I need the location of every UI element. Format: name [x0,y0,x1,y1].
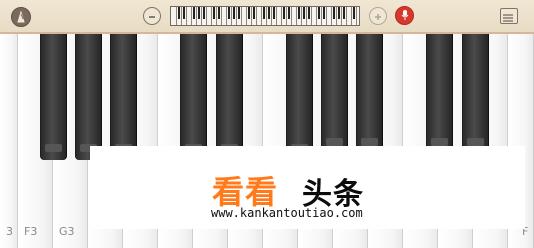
mini-black-key [298,7,300,19]
mini-black-key [213,7,215,19]
mini-black-key [283,7,285,19]
mini-key-divider [186,7,187,25]
mini-black-key [353,7,355,19]
mini-key-divider [351,7,352,25]
zoom-in-button[interactable] [369,7,387,25]
mini-black-key [198,7,200,19]
keyboard-range-selector[interactable] [170,6,360,26]
mini-black-key [218,7,220,19]
mini-key-divider [251,7,252,25]
black-key[interactable] [40,34,67,160]
black-key[interactable] [180,34,207,160]
mini-key-divider [246,7,247,25]
plus-icon [373,7,383,26]
mini-key-divider [256,7,257,25]
minus-icon [147,7,157,26]
mini-black-key [323,7,325,19]
list-menu-icon [501,9,515,28]
mini-black-key [268,7,270,19]
mini-key-divider [301,7,302,25]
black-key[interactable] [356,34,383,154]
mini-key-divider [196,7,197,25]
mini-black-key [343,7,345,19]
mini-key-divider [211,7,212,25]
black-key[interactable] [75,34,102,160]
mini-black-key [273,7,275,19]
mini-key-divider [216,7,217,25]
mini-key-divider [226,7,227,25]
mini-black-key [183,7,185,19]
mini-black-key [203,7,205,19]
mini-key-divider [286,7,287,25]
toolbar [0,0,534,34]
mini-key-divider [311,7,312,25]
mini-black-key [303,7,305,19]
mini-key-divider [321,7,322,25]
mini-black-key [338,7,340,19]
mini-black-key [193,7,195,19]
mini-key-divider [221,7,222,25]
mini-key-divider [346,7,347,25]
mini-key-divider [341,7,342,25]
metronome-button[interactable] [11,7,31,27]
watermark-overlay: 看看 头条 www.kankantoutiao.com [90,146,525,229]
mini-black-key [248,7,250,19]
white-key[interactable]: 3 [0,34,18,248]
black-key[interactable] [462,34,489,154]
mini-key-divider [296,7,297,25]
mini-black-key [263,7,265,19]
record-button[interactable] [395,6,414,25]
mini-key-divider [241,7,242,25]
mini-key-divider [271,7,272,25]
key-label: 3 [6,225,13,238]
key-label: F3 [24,225,38,238]
mini-key-divider [201,7,202,25]
mini-key-divider [206,7,207,25]
mini-key-divider [261,7,262,25]
mini-black-key [233,7,235,19]
watermark-url: www.kankantoutiao.com [211,206,363,220]
zoom-out-button[interactable] [143,7,161,25]
black-key[interactable] [321,34,348,154]
mini-black-key [318,7,320,19]
mini-black-key [253,7,255,19]
mini-key-divider [181,7,182,25]
mini-key-divider [336,7,337,25]
mini-black-key [238,7,240,19]
black-key[interactable] [110,34,137,160]
mini-key-divider [326,7,327,25]
mini-black-key [308,7,310,19]
mini-key-divider [176,7,177,25]
key-label: G3 [59,225,75,238]
mini-key-divider [281,7,282,25]
black-key[interactable] [216,34,243,160]
black-key[interactable] [426,34,453,154]
microphone-icon [400,6,410,25]
mini-key-divider [236,7,237,25]
mini-key-divider [291,7,292,25]
mini-key-divider [316,7,317,25]
mini-black-key [178,7,180,19]
mini-key-divider [356,7,357,25]
metronome-icon [16,8,26,27]
black-key[interactable] [286,34,313,160]
mini-black-key [333,7,335,19]
mini-black-key [288,7,290,19]
mini-key-divider [266,7,267,25]
mini-key-divider [231,7,232,25]
menu-button[interactable] [500,8,518,24]
mini-key-divider [331,7,332,25]
mini-key-divider [191,7,192,25]
mini-key-divider [276,7,277,25]
mini-black-key [228,7,230,19]
mini-key-divider [306,7,307,25]
